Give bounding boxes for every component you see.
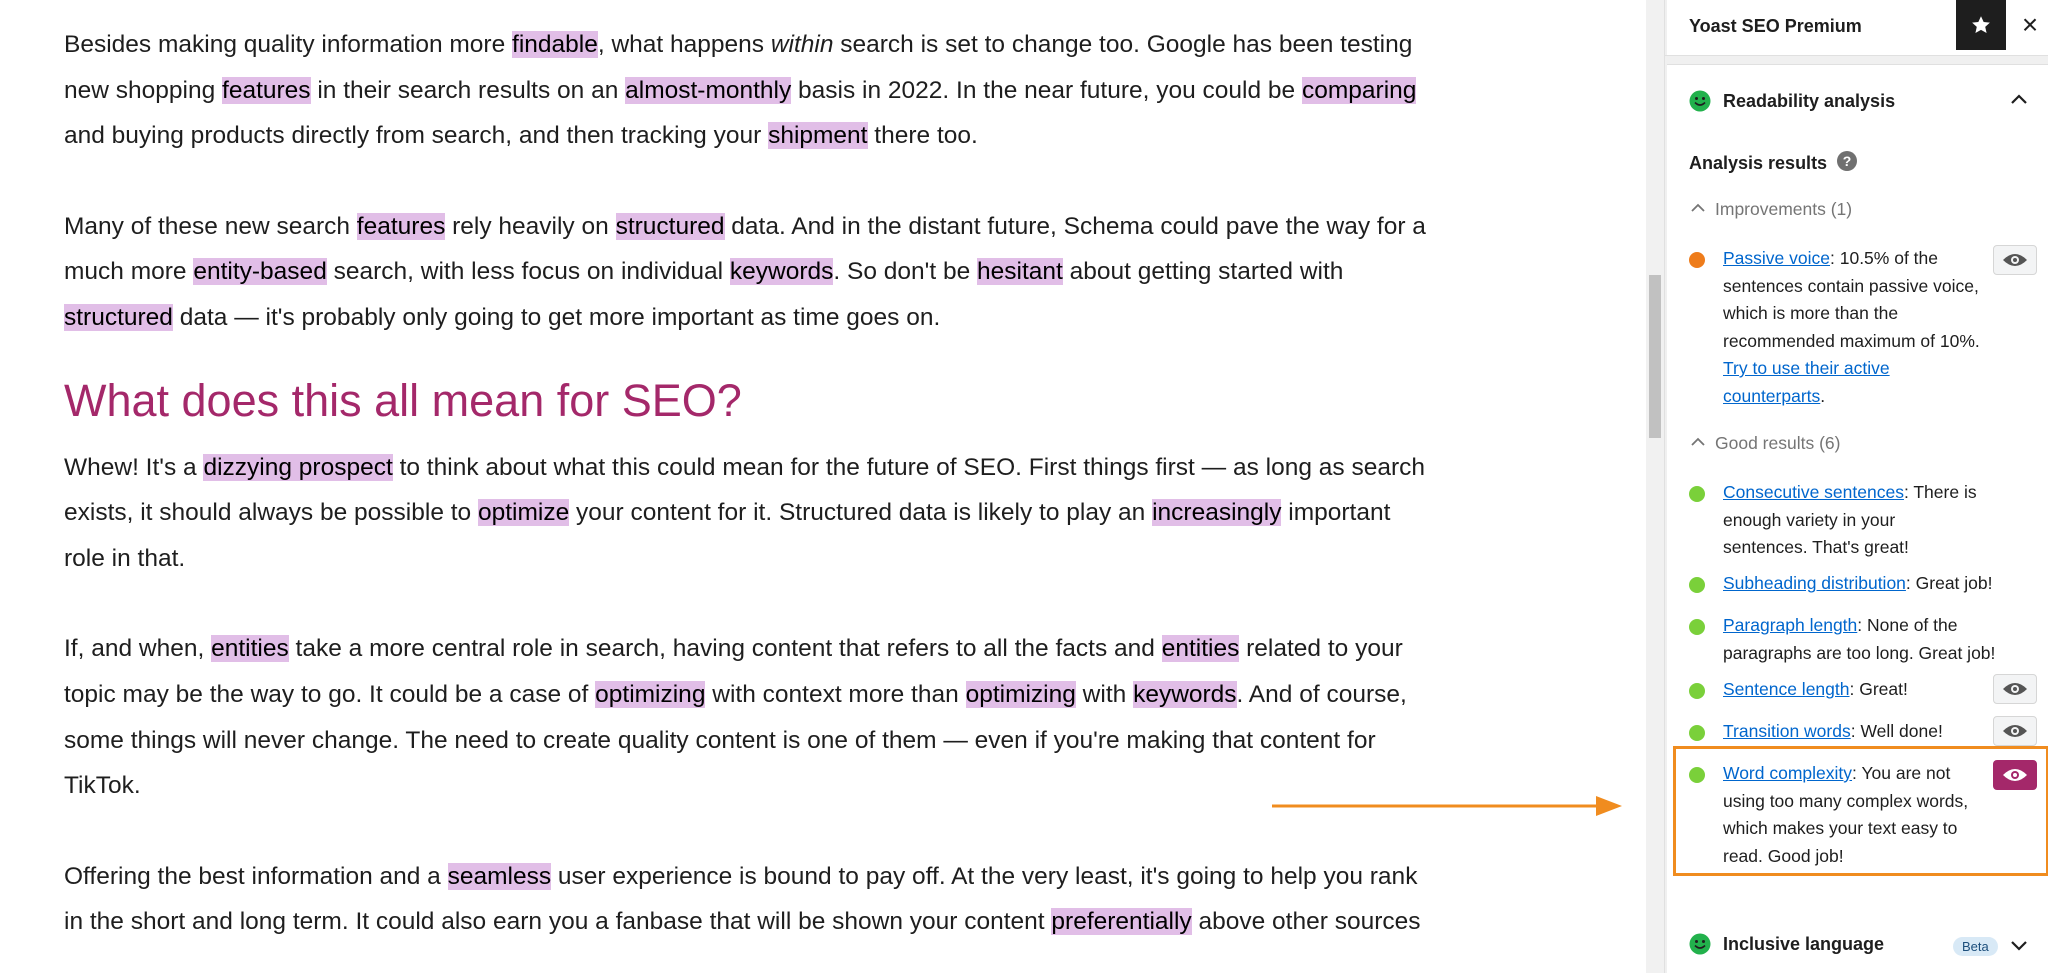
consecutive-sentences-link[interactable]: Consecutive sentences bbox=[1723, 482, 1904, 502]
improvements-label: Improvements (1) bbox=[1715, 199, 1853, 219]
smiley-good-icon bbox=[1689, 933, 1711, 955]
highlighted-word: increasingly bbox=[1152, 499, 1282, 527]
analysis-results-title: Analysis results bbox=[1689, 153, 1828, 173]
highlighted-word: preferentially bbox=[1051, 908, 1192, 936]
star-icon bbox=[1972, 16, 1990, 33]
scrollbar-thumb[interactable] bbox=[1649, 275, 1661, 438]
active-counterparts-link[interactable]: Try to use their active counterparts bbox=[1723, 358, 1890, 406]
eye-icon bbox=[2003, 254, 2027, 266]
inclusive-language-toggle[interactable]: Inclusive language Beta bbox=[1689, 933, 2029, 963]
transition-words-link[interactable]: Transition words bbox=[1723, 721, 1851, 741]
highlighted-word: entity-based bbox=[193, 258, 327, 286]
highlighted-word: seamless bbox=[447, 862, 552, 890]
annotation-highlight-box bbox=[1673, 746, 2048, 876]
highlight-toggle-button[interactable] bbox=[1993, 716, 2037, 746]
chevron-up-icon bbox=[2011, 94, 2027, 104]
sidebar-divider bbox=[1665, 0, 1667, 973]
highlighted-word: entities bbox=[211, 635, 289, 663]
highlighted-word: features bbox=[222, 76, 311, 104]
highlighted-word: features bbox=[356, 212, 446, 240]
smiley-good-icon bbox=[1689, 90, 1711, 112]
paragraph[interactable]: Offering the best information and a seam… bbox=[64, 854, 1484, 945]
good-results-toggle[interactable]: Good results (6) bbox=[1689, 433, 1840, 454]
subheading-distribution-link[interactable]: Subheading distribution bbox=[1723, 573, 1906, 593]
chevron-down-icon bbox=[2011, 941, 2027, 951]
paragraph[interactable]: Besides making quality information more … bbox=[64, 22, 1484, 159]
sentence-length-link[interactable]: Sentence length bbox=[1723, 679, 1850, 699]
editor-scrollbar[interactable] bbox=[1646, 0, 1664, 973]
improvements-toggle[interactable]: Improvements (1) bbox=[1689, 199, 1852, 220]
highlight-toggle-button[interactable] bbox=[1993, 674, 2037, 704]
highlighted-word: optimizing bbox=[965, 680, 1076, 708]
sidebar-header: Yoast SEO Premium × bbox=[1665, 0, 2048, 56]
close-button[interactable]: × bbox=[2015, 9, 2045, 40]
post-editor: Besides making quality information more … bbox=[0, 0, 1646, 973]
highlighted-word: entities bbox=[1161, 635, 1240, 663]
green-bullet-icon bbox=[1689, 486, 1705, 502]
green-bullet-icon bbox=[1689, 725, 1705, 741]
highlighted-word: optimize bbox=[478, 499, 570, 527]
highlighted-word: structured bbox=[615, 212, 725, 240]
close-icon: × bbox=[2021, 9, 2039, 40]
paragraph-length-link[interactable]: Paragraph length bbox=[1723, 615, 1857, 635]
orange-bullet-icon bbox=[1689, 252, 1705, 268]
yoast-sidebar: Yoast SEO Premium × Readability analysis… bbox=[1664, 0, 2048, 973]
star-button[interactable] bbox=[1956, 0, 2006, 50]
readability-title: Readability analysis bbox=[1723, 91, 1896, 111]
paragraph[interactable]: Many of these new search features rely h… bbox=[64, 204, 1484, 341]
annotation-arrow bbox=[1272, 796, 1622, 816]
chevron-up-icon bbox=[1691, 203, 1705, 212]
eye-icon bbox=[2003, 725, 2027, 737]
highlighted-word: keywords bbox=[729, 258, 834, 286]
highlighted-word: optimizing bbox=[595, 680, 706, 708]
beta-badge: Beta bbox=[1953, 937, 1998, 956]
highlighted-word: structured bbox=[64, 303, 173, 331]
paragraph[interactable]: If, and when, entities take a more centr… bbox=[64, 626, 1484, 808]
highlight-toggle-button[interactable] bbox=[1993, 245, 2037, 275]
chevron-up-icon bbox=[1691, 437, 1705, 446]
readability-panel-toggle[interactable]: Readability analysis bbox=[1689, 86, 2029, 116]
highlighted-word: comparing bbox=[1302, 76, 1417, 104]
passive-voice-link[interactable]: Passive voice bbox=[1723, 248, 1830, 268]
green-bullet-icon bbox=[1689, 619, 1705, 635]
help-icon[interactable]: ? bbox=[1837, 151, 1857, 171]
green-bullet-icon bbox=[1689, 577, 1705, 593]
highlighted-word: dizzying prospect bbox=[203, 453, 393, 481]
inclusive-language-title: Inclusive language bbox=[1723, 934, 1885, 954]
eye-icon bbox=[2003, 683, 2027, 695]
highlighted-word: findable bbox=[512, 31, 598, 58]
paragraph[interactable]: Whew! It's a dizzying prospect to think … bbox=[64, 445, 1484, 582]
highlighted-word: keywords bbox=[1133, 680, 1237, 708]
section-heading[interactable]: What does this all mean for SEO? bbox=[64, 371, 1484, 431]
sidebar-title: Yoast SEO Premium bbox=[1689, 16, 1862, 36]
green-bullet-icon bbox=[1689, 683, 1705, 699]
highlighted-word: shipment bbox=[768, 122, 868, 150]
highlighted-word: hesitant bbox=[977, 258, 1063, 286]
good-results-label: Good results (6) bbox=[1715, 433, 1841, 453]
result-item-passive-voice: Passive voice: 10.5% of the sentences co… bbox=[1689, 245, 2037, 406]
highlighted-word: almost-monthly bbox=[625, 76, 792, 104]
sidebar-divider bbox=[1667, 56, 2048, 65]
